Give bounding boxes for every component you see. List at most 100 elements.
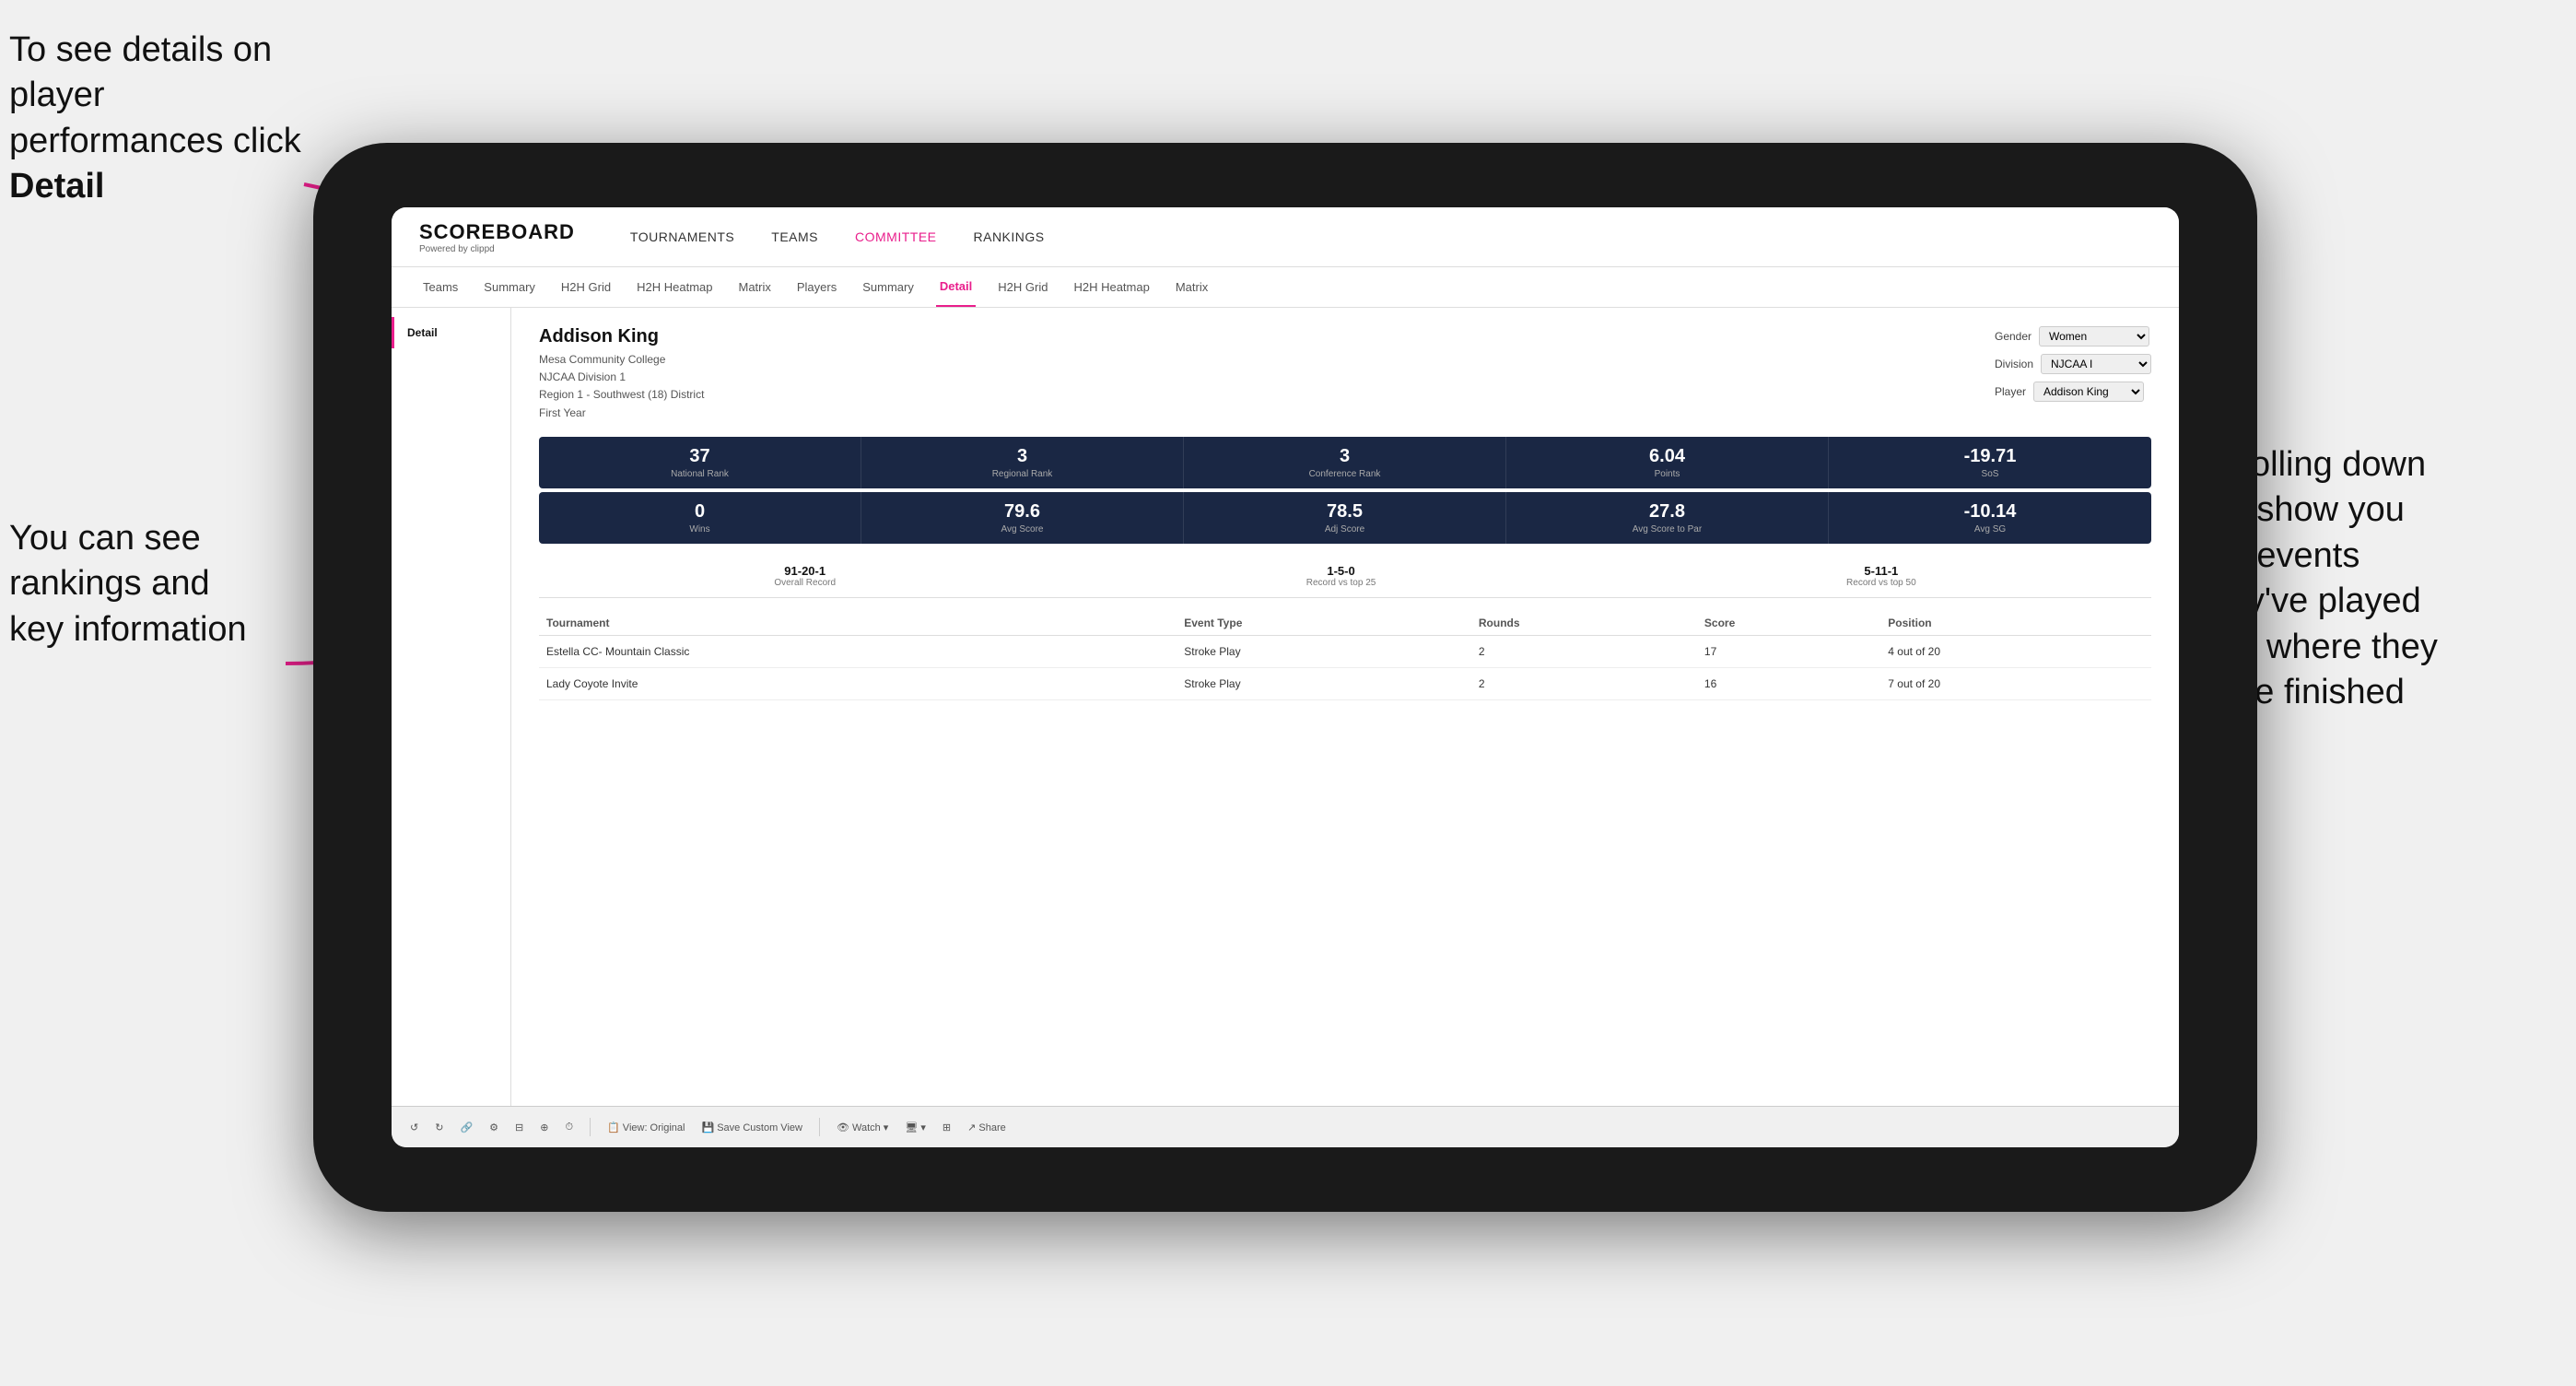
stat-row2-3: 27.8Avg Score to Par <box>1506 492 1829 544</box>
content-area: Detail Addison King Mesa Community Colle… <box>392 308 2179 1106</box>
toolbar-timer[interactable]: ⏱ <box>565 1122 573 1133</box>
nav-teams[interactable]: TEAMS <box>771 229 818 244</box>
stat-label-r1-4: SoS <box>1842 469 2138 479</box>
tab-summary2[interactable]: Summary <box>859 267 918 307</box>
toolbar-view-original[interactable]: 📋 View: Original <box>607 1122 685 1133</box>
table-row[interactable]: Estella CC- Mountain Classic Stroke Play… <box>539 635 2151 667</box>
division-select[interactable]: NJCAA I <box>2041 354 2151 374</box>
cell-score-1: 16 <box>1697 667 1880 699</box>
player-label: Player <box>1995 385 2026 398</box>
sidebar: Detail <box>392 308 511 1106</box>
player-info: Addison King Mesa Community College NJCA… <box>539 326 704 422</box>
tab-h2h-grid[interactable]: H2H Grid <box>557 267 615 307</box>
gender-select[interactable]: Women Men <box>2039 326 2149 346</box>
logo-sub: Powered by clippd <box>419 244 575 254</box>
player-college: Mesa Community College <box>539 351 704 369</box>
tab-h2h-heatmap[interactable]: H2H Heatmap <box>633 267 716 307</box>
cell-position-0: 4 out of 20 <box>1880 635 2151 667</box>
tab-matrix2[interactable]: Matrix <box>1172 267 1212 307</box>
toolbar-undo[interactable]: ↺ <box>410 1122 418 1133</box>
stats-row2: 0Wins79.6Avg Score78.5Adj Score27.8Avg S… <box>539 492 2151 544</box>
bottom-toolbar: ↺ ↻ 🔗 ⚙ ⊟ ⊕ ⏱ 📋 View: Original 💾 Save Cu… <box>392 1106 2179 1147</box>
toolbar-watch[interactable]: 👁 Watch ▾ <box>837 1122 888 1133</box>
tab-teams[interactable]: Teams <box>419 267 462 307</box>
main-nav: TOURNAMENTS TEAMS COMMITTEE RANKINGS <box>630 229 1045 244</box>
gender-control: Gender Women Men <box>1995 326 2151 346</box>
division-control: Division NJCAA I <box>1995 354 2151 374</box>
tab-h2h-heatmap2[interactable]: H2H Heatmap <box>1070 267 1153 307</box>
toolbar-plus[interactable]: ⊕ <box>540 1122 548 1133</box>
player-year: First Year <box>539 405 704 422</box>
player-select[interactable]: Addison King <box>2033 382 2144 402</box>
table-body: Estella CC- Mountain Classic Stroke Play… <box>539 635 2151 699</box>
annotation-bl-2: rankings and <box>9 564 210 603</box>
stat-value-r1-3: 6.04 <box>1519 446 1815 467</box>
stat-value-r2-3: 27.8 <box>1519 501 1815 523</box>
stats-row1: 37National Rank3Regional Rank3Conference… <box>539 437 2151 488</box>
record-label-0: Overall Record <box>774 578 836 588</box>
stat-label-r1-0: National Rank <box>552 469 848 479</box>
tab-detail[interactable]: Detail <box>936 267 976 307</box>
tab-h2h-grid2[interactable]: H2H Grid <box>994 267 1051 307</box>
cell-event-type-1: Stroke Play <box>1177 667 1471 699</box>
record-value-2: 5-11-1 <box>1846 564 1916 578</box>
stat-row1-3: 6.04 Points <box>1506 437 1829 488</box>
record-label-2: Record vs top 50 <box>1846 578 1916 588</box>
stat-label-r2-3: Avg Score to Par <box>1519 524 1815 534</box>
col-event-type: Event Type <box>1177 611 1471 636</box>
stat-value-r1-2: 3 <box>1197 446 1493 467</box>
record-value-0: 91-20-1 <box>774 564 836 578</box>
division-label: Division <box>1995 358 2033 370</box>
tab-summary[interactable]: Summary <box>480 267 539 307</box>
toolbar-sep1 <box>590 1118 591 1136</box>
stat-label-r2-2: Adj Score <box>1197 524 1493 534</box>
cell-tournament-0: Estella CC- Mountain Classic <box>539 635 1177 667</box>
tab-players[interactable]: Players <box>793 267 840 307</box>
annotation-topleft: To see details on player performances cl… <box>9 28 322 210</box>
record-value-1: 1-5-0 <box>1306 564 1376 578</box>
annotation-topleft-text: To see details on player performances cl… <box>9 30 301 160</box>
col-position: Position <box>1880 611 2151 636</box>
player-header: Addison King Mesa Community College NJCA… <box>539 326 2151 422</box>
stat-label-r1-1: Regional Rank <box>874 469 1170 479</box>
toolbar-minus[interactable]: ⊟ <box>515 1122 523 1133</box>
stat-label-r1-3: Points <box>1519 469 1815 479</box>
stat-row1-0: 37National Rank <box>539 437 861 488</box>
stat-label-r1-2: Conference Rank <box>1197 469 1493 479</box>
nav-committee[interactable]: COMMITTEE <box>855 229 937 244</box>
cell-event-type-0: Stroke Play <box>1177 635 1471 667</box>
toolbar-settings[interactable]: ⚙ <box>489 1122 498 1133</box>
stat-value-r1-4: -19.71 <box>1842 446 2138 467</box>
player-name: Addison King <box>539 326 704 347</box>
nav-tournaments[interactable]: TOURNAMENTS <box>630 229 734 244</box>
tab-matrix[interactable]: Matrix <box>734 267 774 307</box>
stat-value-r2-1: 79.6 <box>874 501 1170 523</box>
annotation-bottomleft: You can see rankings and key information <box>9 516 304 652</box>
table-row[interactable]: Lady Coyote Invite Stroke Play 2 16 7 ou… <box>539 667 2151 699</box>
cell-rounds-0: 2 <box>1471 635 1697 667</box>
cell-score-0: 17 <box>1697 635 1880 667</box>
player-division: NJCAA Division 1 <box>539 369 704 386</box>
record-label-1: Record vs top 25 <box>1306 578 1376 588</box>
col-score: Score <box>1697 611 1880 636</box>
stat-label-r2-1: Avg Score <box>874 524 1170 534</box>
annotation-detail-bold: Detail <box>9 167 104 206</box>
toolbar-grid[interactable]: ⊞ <box>943 1122 951 1133</box>
player-control: Player Addison King <box>1995 382 2151 402</box>
toolbar-share[interactable]: ↗ Share <box>967 1122 1006 1133</box>
stat-row1-4: -19.71 SoS <box>1829 437 2151 488</box>
sidebar-detail[interactable]: Detail <box>392 317 510 348</box>
stat-row2-2: 78.5Adj Score <box>1184 492 1506 544</box>
logo-area: SCOREBOARD Powered by clippd <box>419 220 575 254</box>
nav-rankings[interactable]: RANKINGS <box>974 229 1045 244</box>
record-0: 91-20-1Overall Record <box>774 564 836 588</box>
tablet-device: SCOREBOARD Powered by clippd TOURNAMENTS… <box>313 143 2257 1212</box>
toolbar-screen[interactable]: 🖥 ▾ <box>905 1122 926 1133</box>
toolbar-redo[interactable]: ↻ <box>435 1122 443 1133</box>
annotation-bl-3: key information <box>9 610 247 649</box>
toolbar-save-custom[interactable]: 💾 Save Custom View <box>701 1122 802 1133</box>
tournament-table: Tournament Event Type Rounds Score Posit… <box>539 611 2151 700</box>
cell-tournament-1: Lady Coyote Invite <box>539 667 1177 699</box>
stat-label-r2-0: Wins <box>552 524 848 534</box>
toolbar-link[interactable]: 🔗 <box>460 1122 473 1133</box>
